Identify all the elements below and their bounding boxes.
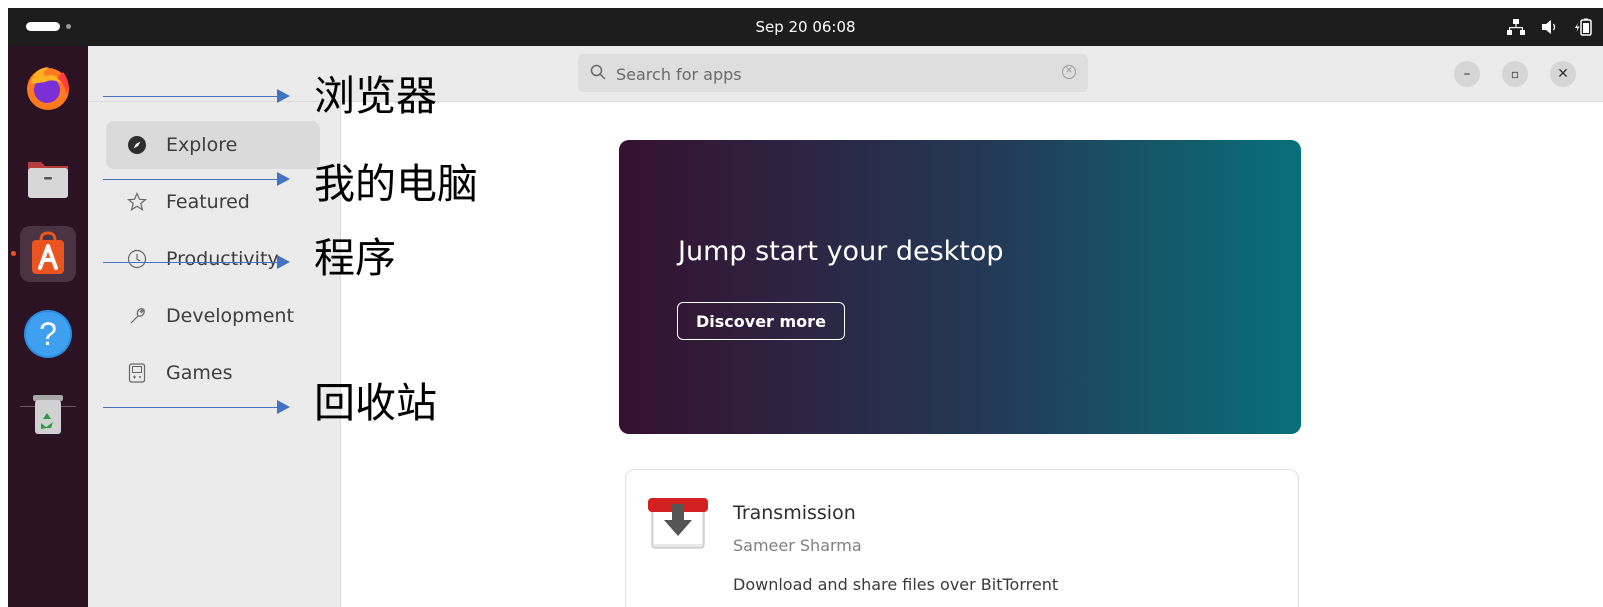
search-icon bbox=[590, 64, 606, 80]
minimize-button[interactable]: – bbox=[1454, 61, 1480, 87]
sidebar-item-label: Explore bbox=[166, 134, 238, 156]
app-center-icon bbox=[32, 231, 64, 274]
discover-more-button[interactable]: Discover more bbox=[677, 302, 845, 340]
sidebar-item-development[interactable]: Development bbox=[106, 292, 320, 340]
top-bar: Sep 20 06:08 bbox=[8, 8, 1603, 46]
star-icon bbox=[126, 191, 148, 213]
annotation-recycle-bin: 回收站 bbox=[314, 379, 437, 427]
banner-title: Jump start your desktop bbox=[678, 236, 1004, 267]
help-icon: ? bbox=[24, 310, 72, 358]
app-center-window: ✕ – ▫ ✕ Explore Featured bbox=[88, 46, 1603, 607]
dock-firefox[interactable] bbox=[20, 59, 76, 115]
dock-files[interactable] bbox=[20, 150, 76, 206]
app-name[interactable]: Transmission bbox=[733, 502, 856, 524]
active-indicator bbox=[11, 251, 16, 256]
dock-app-center[interactable] bbox=[20, 226, 76, 282]
network-icon[interactable] bbox=[1507, 18, 1525, 36]
dock: ? bbox=[8, 46, 88, 607]
desktop: Sep 20 06:08 ? Search for apps ✕ – ▫ ✕ E… bbox=[8, 8, 1603, 607]
volume-icon[interactable] bbox=[1541, 18, 1559, 36]
annotation-browser: 浏览器 bbox=[314, 72, 437, 120]
compass-icon bbox=[126, 134, 148, 156]
transmission-icon bbox=[648, 498, 708, 549]
annotation-programs: 程序 bbox=[314, 234, 396, 282]
search-field[interactable]: ✕ bbox=[578, 54, 1088, 92]
category-sidebar: Explore Featured Productivity Developmen… bbox=[88, 102, 341, 607]
sidebar-item-label: Games bbox=[166, 362, 233, 384]
sidebar-item-games[interactable]: Games bbox=[106, 349, 320, 397]
trash-icon bbox=[33, 395, 63, 434]
dock-help[interactable]: ? bbox=[20, 306, 76, 362]
annotation-arrow bbox=[103, 89, 290, 103]
app-description: Download and share files over BitTorrent bbox=[733, 575, 1059, 594]
clear-search-icon[interactable]: ✕ bbox=[1062, 65, 1076, 79]
annotation-arrow bbox=[103, 400, 290, 414]
hero-banner: Jump start your desktop Discover more bbox=[619, 140, 1301, 434]
clock[interactable]: Sep 20 06:08 bbox=[8, 8, 1603, 46]
sidebar-item-label: Development bbox=[166, 305, 294, 327]
app-card[interactable]: Transmission Sameer Sharma Download and … bbox=[625, 469, 1299, 607]
search-input[interactable] bbox=[614, 61, 1048, 87]
explore-page: Jump start your desktop Discover more Tr… bbox=[341, 102, 1603, 607]
svg-text:?: ? bbox=[39, 316, 57, 352]
annotation-arrow bbox=[103, 172, 290, 186]
clock-icon bbox=[126, 248, 148, 270]
battery-icon[interactable] bbox=[1575, 18, 1593, 36]
sidebar-item-explore[interactable]: Explore bbox=[106, 121, 320, 169]
app-author: Sameer Sharma bbox=[733, 536, 862, 555]
dock-trash[interactable] bbox=[20, 386, 76, 442]
annotation-my-computer: 我的电脑 bbox=[314, 160, 478, 208]
restore-button[interactable]: ▫ bbox=[1502, 61, 1528, 87]
wrench-icon bbox=[126, 305, 148, 327]
folder-icon bbox=[28, 162, 68, 198]
sidebar-item-label: Featured bbox=[166, 191, 250, 213]
sidebar-item-label: Productivity bbox=[166, 248, 279, 270]
gameboy-icon bbox=[126, 362, 148, 384]
close-button[interactable]: ✕ bbox=[1550, 61, 1576, 87]
firefox-icon bbox=[27, 67, 69, 110]
annotation-arrow bbox=[103, 255, 290, 269]
system-tray[interactable] bbox=[1507, 8, 1593, 46]
